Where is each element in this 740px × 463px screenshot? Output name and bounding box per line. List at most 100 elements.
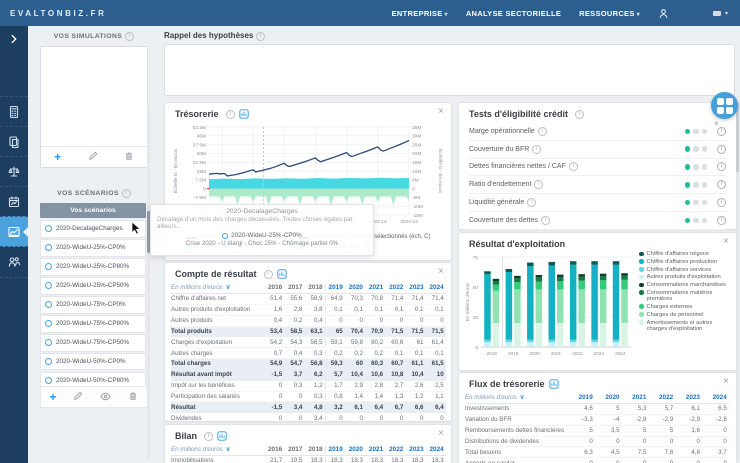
info-icon[interactable]: i xyxy=(540,215,550,225)
status-dots xyxy=(684,146,707,152)
tooltip-scenario-chip: 2020-WideU-25%-CP0% xyxy=(157,232,367,239)
scenario-item[interactable]: 2020-WideU-25%-CP80% xyxy=(40,257,146,276)
chat-widget-close-icon[interactable]: × xyxy=(714,119,719,128)
chat-widget-button[interactable] xyxy=(711,92,738,119)
edit-scenario-button[interactable] xyxy=(73,388,83,406)
sidebar-item-community[interactable] xyxy=(0,246,28,278)
close-icon[interactable]: × xyxy=(723,237,729,247)
nav-analyse-sectorielle[interactable]: ANALYSE SECTORIELLE xyxy=(466,9,561,18)
svg-text:20M: 20M xyxy=(412,151,421,157)
sidebar-item-calendar[interactable] xyxy=(0,186,28,217)
legend-item: Chiffre d'affaires négoce xyxy=(639,251,731,257)
sidebar-item-simulations[interactable] xyxy=(0,216,28,247)
language-selector[interactable]: ▾ xyxy=(712,10,728,17)
test-detail-icon[interactable]: i xyxy=(717,198,726,208)
nav-entreprise[interactable]: ENTREPRISE ▾ xyxy=(392,9,448,18)
info-icon[interactable]: i xyxy=(256,32,266,41)
info-icon[interactable]: i xyxy=(575,109,584,119)
scenario-item[interactable]: 2020-WideU-25%-CP0% xyxy=(40,238,146,257)
info-icon[interactable]: i xyxy=(225,109,235,119)
scenario-item[interactable]: 2020-WideU-75%-CP0% xyxy=(40,295,146,314)
scenario-item[interactable]: 2020-WideU-75%-CP50% xyxy=(40,333,146,352)
add-simulation-button[interactable]: + xyxy=(54,151,61,163)
cell-value: -2,8 xyxy=(716,416,727,424)
info-icon[interactable]: i xyxy=(534,180,544,190)
status-dots xyxy=(684,164,707,170)
unit-selector[interactable]: En millions d'euros ∨ xyxy=(171,283,264,291)
unit-selector[interactable]: En millions d'euros ∨ xyxy=(171,445,264,453)
info-icon[interactable]: i xyxy=(121,189,131,198)
test-detail-icon[interactable]: i xyxy=(717,126,726,136)
top-header: EVALTONBIZ.FR ENTREPRISE ▾ ANALYSE SECTOR… xyxy=(0,0,740,26)
status-dot xyxy=(684,217,690,224)
info-icon[interactable]: i xyxy=(527,198,537,208)
info-icon[interactable]: i xyxy=(125,32,135,41)
scenario-item[interactable]: 2020-WideU-75%-CP80% xyxy=(40,314,146,333)
chart-explore-icon[interactable] xyxy=(548,379,559,389)
nav-ressources[interactable]: RESSOURCES ▾ xyxy=(579,9,640,18)
sidebar-collapse-button[interactable] xyxy=(0,30,28,48)
scenarios-list-header: Vos scénarios xyxy=(40,203,146,218)
cell-value: 7,8 xyxy=(664,448,674,456)
cell-value: 18,3 xyxy=(411,457,424,463)
svg-text:45M: 45M xyxy=(197,134,206,140)
row-label: Distributions de dividendes xyxy=(465,437,539,445)
status-dot xyxy=(701,199,707,206)
scales-icon xyxy=(8,166,20,177)
svg-text:-5M: -5M xyxy=(412,195,420,201)
test-label: Liquidité générale xyxy=(469,199,525,207)
add-scenario-button[interactable]: + xyxy=(49,391,56,403)
cell-value: 0 xyxy=(379,317,384,325)
edit-simulation-button[interactable] xyxy=(88,148,98,166)
close-icon[interactable]: × xyxy=(723,377,729,387)
scrollbar-thumb[interactable] xyxy=(736,102,739,172)
sidebar-item-valuation[interactable] xyxy=(0,156,28,187)
close-icon[interactable]: × xyxy=(438,267,444,277)
test-detail-icon[interactable]: i xyxy=(717,144,726,154)
hypotheses-textarea[interactable] xyxy=(164,44,735,96)
close-icon[interactable]: × xyxy=(438,429,444,439)
info-icon[interactable]: i xyxy=(263,269,273,279)
test-detail-icon[interactable]: i xyxy=(717,162,726,172)
resultat-exploitation-panel: Résultat d'exploitation × 0 25 50 75 En mill… xyxy=(458,232,737,371)
info-icon[interactable]: i xyxy=(532,144,542,154)
cell-value: 0 xyxy=(298,414,303,422)
sidebar-item-company[interactable] xyxy=(0,96,28,127)
scenario-item[interactable]: 2020-WideU-25%-CP50% xyxy=(40,276,146,295)
chart-explore-icon[interactable] xyxy=(217,431,227,441)
unit-selector[interactable]: En millions d'euros ∨ xyxy=(465,393,568,401)
table-row: Immobilisations 21,7 19,5 18,3 18,3 18,3 18,3 1… xyxy=(171,456,446,463)
test-detail-icon[interactable]: i xyxy=(717,180,726,190)
scenario-label: 2020-DecalageCharges xyxy=(56,225,123,233)
cell-value: 18,3 xyxy=(371,457,384,463)
cell-value: 0 xyxy=(723,437,727,445)
view-scenario-button[interactable] xyxy=(100,388,112,406)
user-account-icon[interactable] xyxy=(658,8,669,19)
cell-value: 0 xyxy=(622,460,649,463)
sidebar-item-documents[interactable] xyxy=(0,126,28,157)
cell-value: 0 xyxy=(589,437,593,445)
status-dot xyxy=(701,164,707,170)
test-detail-icon[interactable]: i xyxy=(717,215,726,225)
delete-scenario-button[interactable] xyxy=(128,388,138,406)
scenario-item[interactable]: 2020-WideU-50%-CP0% xyxy=(40,352,146,371)
cell-value: 65 xyxy=(324,327,345,335)
svg-text:50: 50 xyxy=(473,285,479,290)
info-icon[interactable]: i xyxy=(537,126,547,136)
chart-explore-icon[interactable] xyxy=(276,269,287,279)
info-icon[interactable]: i xyxy=(204,431,214,441)
close-icon[interactable]: × xyxy=(438,107,444,117)
cell-value: 6,2 xyxy=(313,371,323,379)
cell-value: 0 xyxy=(324,317,345,325)
chevron-down-icon: ▾ xyxy=(636,11,640,18)
cell-value: 0 xyxy=(696,437,700,445)
chart-explore-icon[interactable] xyxy=(238,109,249,119)
cell-value: 61,4 xyxy=(431,338,444,346)
cell-value: 0,4 xyxy=(293,349,303,357)
cell-value: 2,7 xyxy=(394,382,404,390)
cell-value: 10,4 xyxy=(350,371,363,379)
delete-simulation-button[interactable] xyxy=(124,148,134,166)
cell-value: -2,9 xyxy=(662,416,674,424)
info-icon[interactable]: i xyxy=(568,162,578,172)
brand-logo[interactable]: EVALTONBIZ.FR xyxy=(10,9,106,18)
